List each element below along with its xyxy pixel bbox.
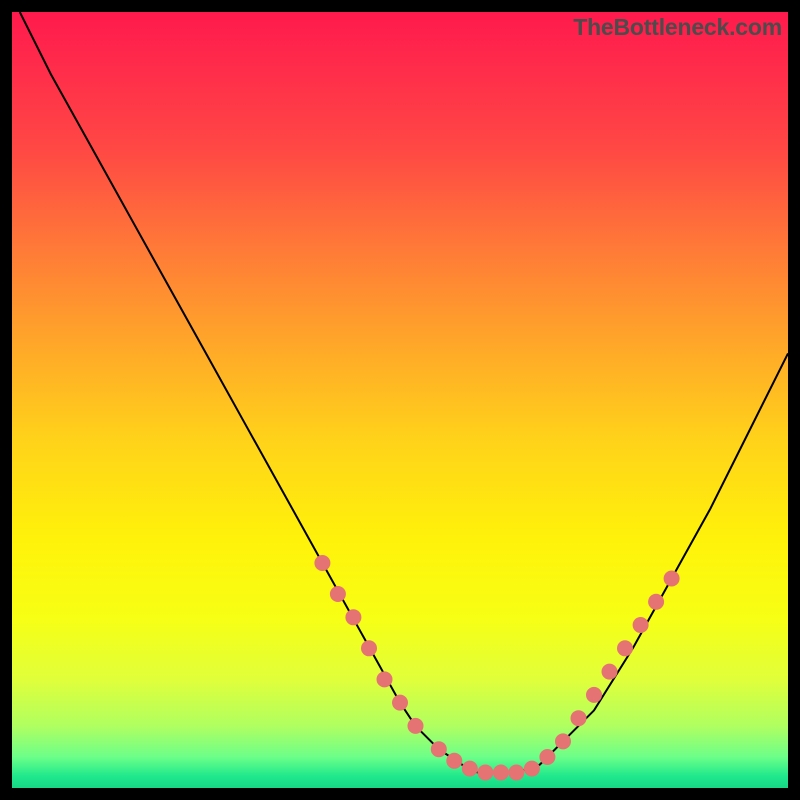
chart-frame: TheBottleneck.com [0,0,800,800]
data-marker [586,687,602,703]
plot-area: TheBottleneck.com [12,12,788,788]
data-marker [602,664,618,680]
data-marker [493,765,509,781]
watermark-text: TheBottleneck.com [573,14,782,41]
data-marker [462,761,478,777]
data-marker [314,555,330,571]
bottleneck-curve [20,12,788,773]
data-marker [345,609,361,625]
data-marker [648,594,664,610]
data-marker [617,640,633,656]
data-marker [477,765,493,781]
data-marker [571,710,587,726]
data-marker [508,765,524,781]
data-marker [377,671,393,687]
data-marker [392,695,408,711]
data-marker [664,571,680,587]
data-marker [539,749,555,765]
chart-svg [12,12,788,788]
data-markers [314,555,679,781]
data-marker [524,761,540,777]
data-marker [330,586,346,602]
data-marker [633,617,649,633]
data-marker [408,718,424,734]
data-marker [555,733,571,749]
data-marker [446,753,462,769]
data-marker [361,640,377,656]
data-marker [431,741,447,757]
